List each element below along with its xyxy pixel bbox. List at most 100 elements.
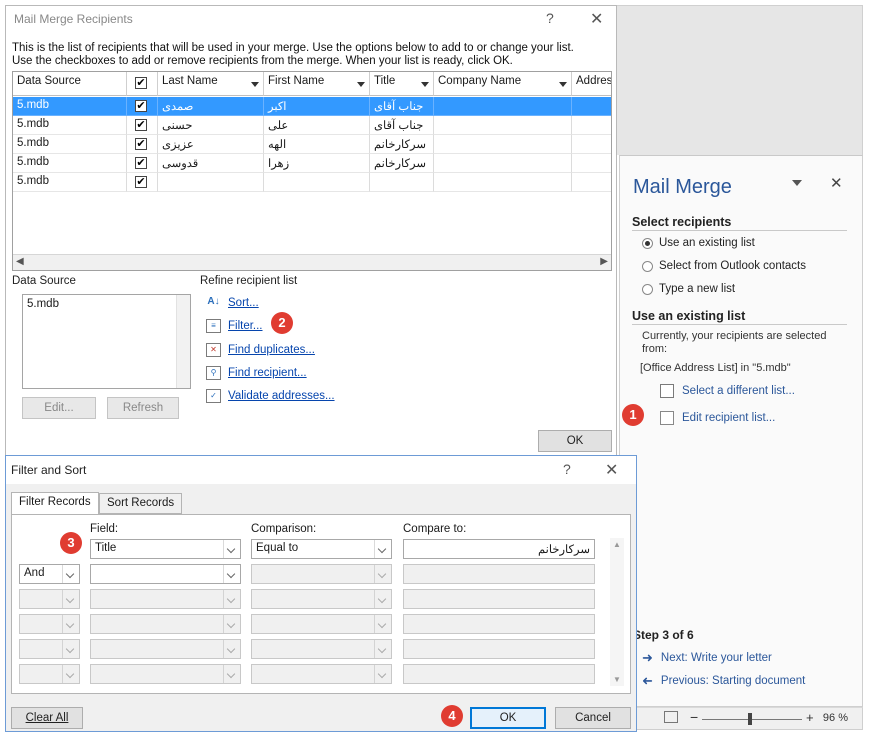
radio-selected-icon[interactable] [642, 237, 653, 249]
find-duplicates-link[interactable]: Find duplicates... [228, 344, 315, 356]
vertical-scrollbar[interactable]: ▲ ▼ [610, 538, 624, 686]
table-row[interactable]: 5.mdb ✔ صمدی اکبر جناب آقای [13, 97, 611, 116]
row-checkbox[interactable]: ✔ [135, 119, 147, 131]
zoom-out-button[interactable]: − [690, 709, 698, 725]
chevron-down-icon[interactable] [374, 640, 391, 658]
zoom-slider-thumb[interactable] [748, 713, 752, 725]
comparison-select[interactable] [251, 664, 392, 684]
pane-close-icon[interactable]: ✕ [830, 174, 843, 192]
radio-outlook-contacts[interactable]: Select from Outlook contacts [642, 258, 806, 274]
compare-to-input[interactable] [403, 639, 595, 659]
row-checkbox[interactable]: ✔ [135, 157, 147, 169]
chevron-down-icon[interactable] [62, 590, 79, 608]
list-item[interactable]: 5.mdb [27, 298, 59, 310]
edit-recipient-list-link[interactable]: Edit recipient list... [660, 411, 775, 425]
chevron-down-icon[interactable] [62, 615, 79, 633]
refresh-button[interactable]: Refresh [107, 397, 179, 419]
field-select[interactable] [90, 589, 241, 609]
conjunction-select[interactable] [19, 614, 80, 634]
chevron-down-icon[interactable] [223, 665, 240, 683]
chevron-down-icon[interactable] [223, 640, 240, 658]
compare-to-input[interactable] [403, 664, 595, 684]
tab-filter-records[interactable]: Filter Records [11, 492, 99, 515]
find-recipient-row[interactable]: ⚲ Find recipient... [206, 366, 307, 380]
zoom-level[interactable]: 96 % [823, 712, 848, 724]
dropdown-arrow-icon[interactable] [421, 82, 429, 87]
dropdown-arrow-icon[interactable] [559, 82, 567, 87]
sort-link[interactable]: Sort... [228, 297, 259, 309]
compare-to-input[interactable] [403, 614, 595, 634]
row-checkbox[interactable]: ✔ [135, 176, 147, 188]
row-checkbox[interactable]: ✔ [135, 138, 147, 150]
comparison-select[interactable] [251, 564, 392, 584]
chevron-down-icon[interactable] [62, 640, 79, 658]
validate-addresses-link[interactable]: Validate addresses... [228, 390, 335, 402]
radio-icon[interactable] [642, 260, 653, 272]
sort-link-row[interactable]: A↓ Sort... [206, 296, 259, 310]
zoom-in-button[interactable]: + [806, 710, 814, 725]
column-header-check[interactable]: ✔ [127, 72, 158, 96]
find-recipient-link[interactable]: Find recipient... [228, 367, 307, 379]
close-icon[interactable]: ✕ [605, 460, 618, 480]
select-different-list-link[interactable]: Select a different list... [660, 384, 795, 398]
column-header-last-name[interactable]: Last Name [158, 72, 264, 96]
chevron-down-icon[interactable] [223, 615, 240, 633]
chevron-down-icon[interactable] [374, 590, 391, 608]
table-row[interactable]: 5.mdb ✔ قدوسی زهرا سرکارخانم [13, 154, 611, 173]
table-row[interactable]: 5.mdb ✔ عزیزی الهه سرکارخانم [13, 135, 611, 154]
comparison-select[interactable]: Equal to [251, 539, 392, 559]
validate-addresses-row[interactable]: ✓ Validate addresses... [206, 389, 335, 403]
filter-link[interactable]: Filter... [228, 320, 263, 332]
comparison-select[interactable] [251, 639, 392, 659]
ok-button[interactable]: OK [470, 707, 546, 729]
compare-to-input[interactable] [403, 589, 595, 609]
clear-all-button[interactable]: Clear All [11, 707, 83, 729]
help-icon[interactable]: ? [546, 10, 554, 26]
field-select[interactable] [90, 614, 241, 634]
select-all-checkbox[interactable]: ✔ [135, 77, 147, 89]
chevron-down-icon[interactable] [62, 665, 79, 683]
conjunction-select[interactable] [19, 589, 80, 609]
field-select[interactable] [90, 639, 241, 659]
close-icon[interactable]: ✕ [590, 9, 603, 29]
chevron-down-icon[interactable] [223, 590, 240, 608]
dropdown-arrow-icon[interactable] [251, 82, 259, 87]
previous-step-link[interactable]: ➜ Previous: Starting document [642, 673, 805, 689]
vertical-scrollbar[interactable] [176, 295, 190, 388]
chevron-down-icon[interactable] [374, 665, 391, 683]
table-row[interactable]: 5.mdb ✔ حسنی علی جناب آقای [13, 116, 611, 135]
filter-link-row[interactable]: ≡ Filter... [206, 319, 263, 333]
dropdown-arrow-icon[interactable] [357, 82, 365, 87]
next-step-link[interactable]: ➜ Next: Write your letter [642, 650, 772, 666]
radio-icon[interactable] [642, 283, 653, 295]
radio-use-existing[interactable]: Use an existing list [642, 235, 755, 251]
find-duplicates-row[interactable]: ✕ Find duplicates... [206, 343, 315, 357]
help-icon[interactable]: ? [563, 461, 571, 477]
table-row[interactable]: 5.mdb ✔ [13, 173, 611, 192]
column-header-company[interactable]: Company Name [434, 72, 572, 96]
row-checkbox[interactable]: ✔ [135, 100, 147, 112]
scroll-down-icon[interactable]: ▼ [613, 675, 621, 684]
chevron-down-icon[interactable] [374, 565, 391, 583]
column-header-title[interactable]: Title [370, 72, 434, 96]
comparison-select[interactable] [251, 589, 392, 609]
conjunction-select[interactable] [19, 664, 80, 684]
scroll-left-icon[interactable]: ◀ [16, 256, 24, 267]
data-source-list[interactable]: 5.mdb [22, 294, 191, 389]
pane-options-chevron-icon[interactable] [792, 180, 802, 186]
edit-button[interactable]: Edit... [22, 397, 96, 419]
radio-new-list[interactable]: Type a new list [642, 281, 735, 297]
tab-sort-records[interactable]: Sort Records [99, 493, 183, 514]
web-layout-icon[interactable] [664, 711, 678, 723]
conjunction-select[interactable]: And [19, 564, 80, 584]
horizontal-scrollbar[interactable]: ◀ ▶ [13, 254, 611, 270]
column-header-data-source[interactable]: Data Source [13, 72, 127, 96]
compare-to-input[interactable] [403, 564, 595, 584]
chevron-down-icon[interactable] [374, 540, 391, 558]
chevron-down-icon[interactable] [223, 540, 240, 558]
field-select[interactable] [90, 664, 241, 684]
field-select[interactable]: Title [90, 539, 241, 559]
chevron-down-icon[interactable] [62, 565, 79, 583]
chevron-down-icon[interactable] [223, 565, 240, 583]
chevron-down-icon[interactable] [374, 615, 391, 633]
